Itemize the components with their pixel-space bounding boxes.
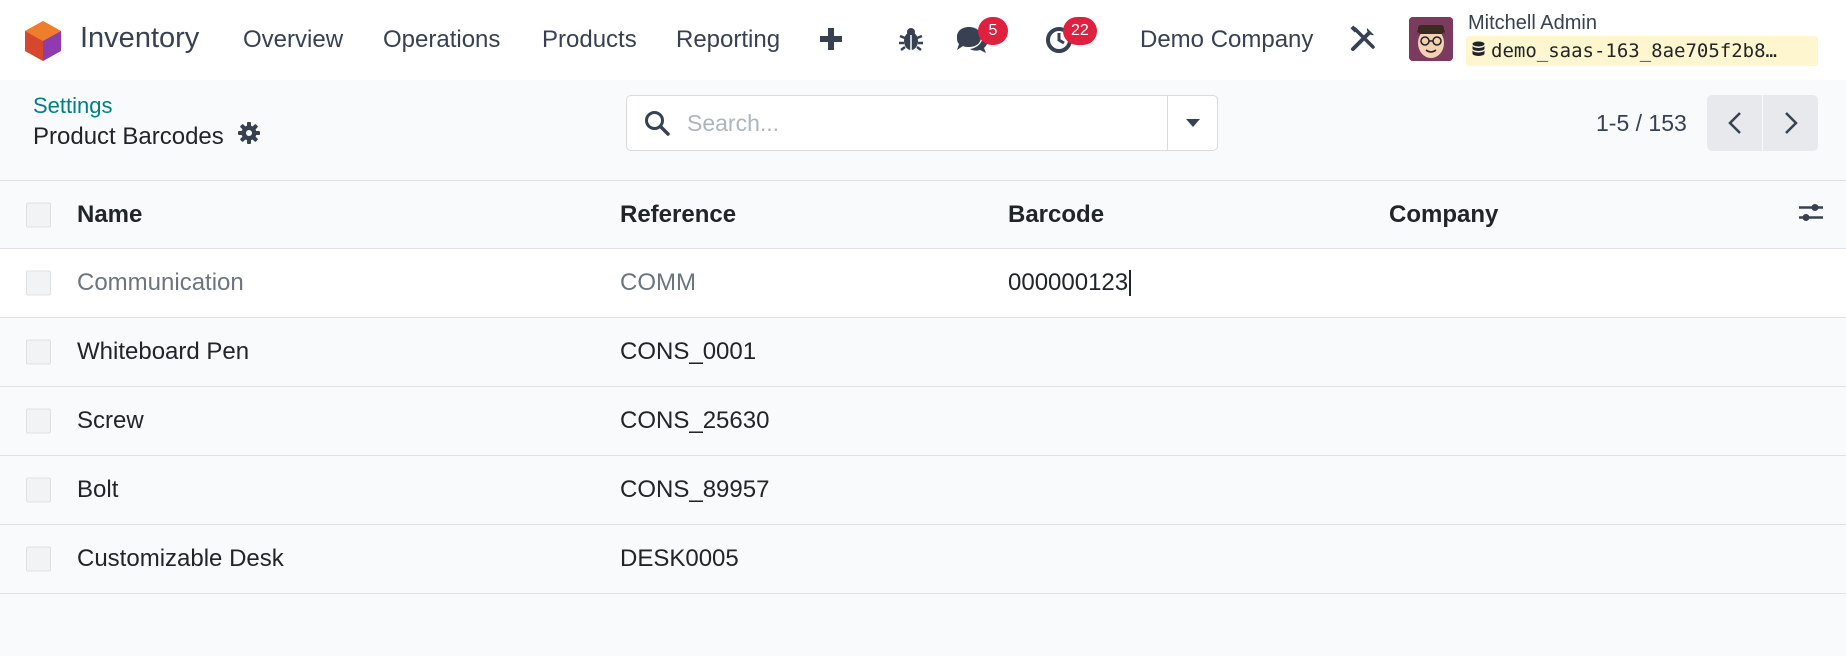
column-header-barcode[interactable]: Barcode (1008, 181, 1104, 248)
page-title-text: Product Barcodes (33, 122, 224, 150)
activities-count-badge: 22 (1063, 17, 1097, 45)
database-icon (1472, 40, 1485, 62)
table-row[interactable]: Customizable Desk DESK0005 (0, 525, 1846, 594)
debug-bug-icon[interactable] (897, 24, 925, 54)
database-name: demo_saas-163_8ae705f2b8… (1491, 40, 1777, 62)
text-cursor (1129, 270, 1132, 296)
barcode-input-value[interactable]: 000000123 (1008, 269, 1128, 297)
search-icon (627, 110, 687, 136)
menu-reporting[interactable]: Reporting (676, 26, 780, 54)
menu-operations[interactable]: Operations (383, 26, 500, 54)
pager-previous-button[interactable] (1707, 95, 1762, 151)
table-row[interactable]: Screw CONS_25630 (0, 387, 1846, 456)
cell-name[interactable]: Screw (77, 387, 144, 455)
inventory-app-logo[interactable] (24, 20, 62, 62)
page-title: Product Barcodes (33, 122, 260, 151)
table-header-row: Name Reference Barcode Company (0, 181, 1846, 249)
messages-count-badge: 5 (978, 17, 1008, 45)
cell-reference[interactable]: CONS_89957 (620, 456, 769, 524)
product-barcode-list: Name Reference Barcode Company Communica… (0, 180, 1846, 594)
pager-value[interactable]: 1-5 / 153 (1596, 110, 1687, 137)
cell-name[interactable]: Communication (77, 249, 244, 317)
chevron-left-icon (1727, 112, 1741, 134)
breadcrumb-settings[interactable]: Settings (33, 93, 113, 119)
menu-overview[interactable]: Overview (243, 26, 343, 54)
app-name[interactable]: Inventory (80, 22, 199, 55)
row-checkbox[interactable] (26, 408, 51, 434)
search-box (626, 95, 1218, 151)
pager-next-button[interactable] (1763, 95, 1818, 151)
row-checkbox[interactable] (26, 477, 51, 503)
optional-columns-sliders-icon[interactable] (1798, 200, 1824, 229)
chevron-right-icon (1784, 112, 1798, 134)
tools-wrench-screwdriver-icon[interactable] (1348, 24, 1378, 54)
cell-name[interactable]: Whiteboard Pen (77, 318, 249, 386)
top-navbar: Inventory Overview Operations Products R… (0, 0, 1846, 80)
cell-reference[interactable]: CONS_25630 (620, 387, 769, 455)
column-header-company[interactable]: Company (1389, 181, 1498, 248)
column-header-name[interactable]: Name (77, 181, 142, 248)
user-name[interactable]: Mitchell Admin (1468, 12, 1597, 35)
gear-icon[interactable] (237, 122, 260, 151)
row-checkbox[interactable] (26, 339, 51, 365)
cell-reference[interactable]: COMM (620, 249, 696, 317)
cell-name[interactable]: Customizable Desk (77, 525, 284, 593)
table-row[interactable]: Whiteboard Pen CONS_0001 (0, 318, 1846, 387)
column-header-reference[interactable]: Reference (620, 181, 736, 248)
caret-down-icon (1185, 119, 1200, 127)
cell-reference[interactable]: DESK0005 (620, 525, 739, 593)
row-checkbox[interactable] (26, 546, 51, 572)
row-checkbox[interactable] (26, 270, 51, 296)
cell-reference[interactable]: CONS_0001 (620, 318, 756, 386)
menu-products[interactable]: Products (542, 26, 637, 54)
cell-name[interactable]: Bolt (77, 456, 118, 524)
plus-icon[interactable] (818, 24, 844, 54)
cell-barcode-editing[interactable]: 000000123 (1008, 249, 1132, 317)
table-row[interactable]: Bolt CONS_89957 (0, 456, 1846, 525)
user-avatar[interactable] (1409, 17, 1453, 61)
table-row[interactable]: Communication COMM 000000123 (0, 249, 1846, 318)
search-input[interactable] (687, 109, 1167, 137)
company-switcher[interactable]: Demo Company (1140, 26, 1313, 54)
search-options-toggle[interactable] (1167, 96, 1217, 150)
select-all-checkbox[interactable] (26, 202, 51, 227)
database-chip: demo_saas-163_8ae705f2b8… (1466, 36, 1818, 66)
